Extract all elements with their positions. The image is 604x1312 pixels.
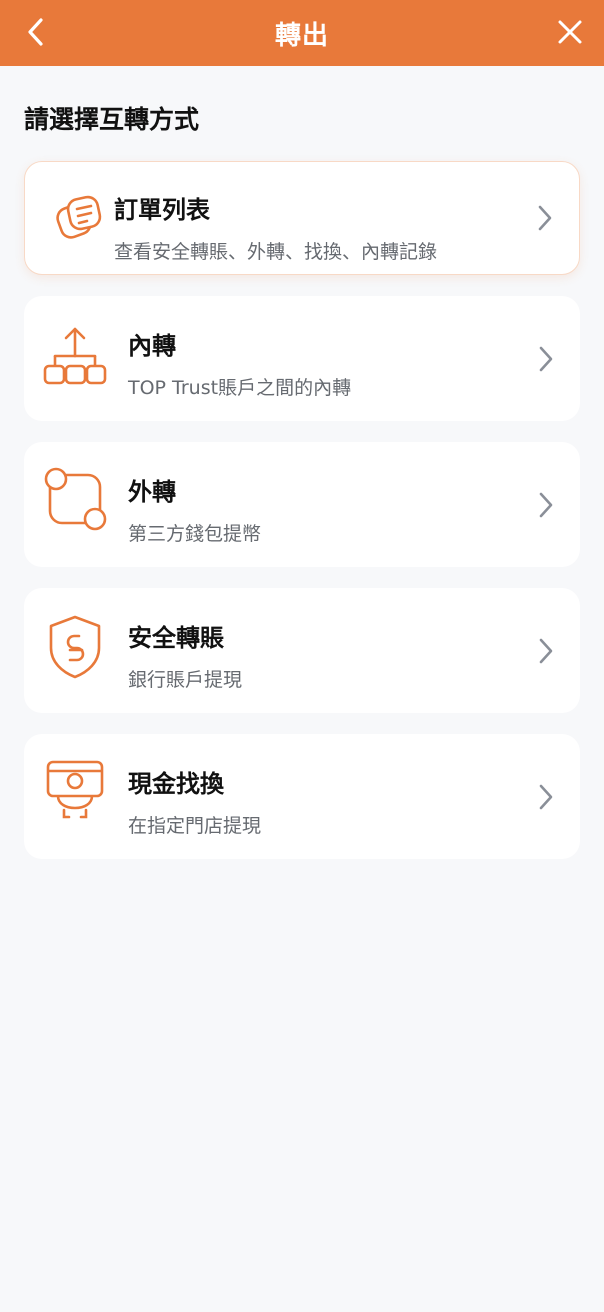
cash-exchange-icon bbox=[42, 758, 108, 824]
option-label: 內轉 bbox=[128, 332, 176, 360]
section-title: 請選擇互轉方式 bbox=[24, 105, 200, 134]
chevron-right-icon bbox=[539, 492, 553, 517]
option-desc: TOP Trust賬戶之間的內轉 bbox=[128, 377, 352, 399]
chevron-right-icon bbox=[539, 784, 553, 809]
option-desc: 查看安全轉賬、外轉、找換、內轉記錄 bbox=[114, 241, 438, 263]
back-button[interactable] bbox=[18, 14, 54, 50]
option-cash-exchange[interactable]: 現金找換 在指定門店提現 bbox=[24, 734, 580, 859]
option-label: 現金找換 bbox=[128, 770, 224, 798]
close-button[interactable] bbox=[552, 14, 588, 50]
option-label: 安全轉賬 bbox=[128, 624, 224, 652]
option-label: 外轉 bbox=[128, 478, 176, 506]
chevron-right-icon bbox=[538, 205, 552, 231]
top-bar: 轉出 bbox=[0, 0, 604, 66]
chevron-right-icon bbox=[539, 638, 553, 663]
chevron-right-icon bbox=[539, 346, 553, 371]
option-desc: 第三方錢包提幣 bbox=[128, 523, 262, 545]
internal-transfer-icon bbox=[42, 324, 108, 390]
option-order-list[interactable]: 訂單列表 查看安全轉賬、外轉、找換、內轉記錄 bbox=[24, 161, 580, 275]
chevron-left-icon bbox=[28, 18, 43, 46]
option-internal-transfer[interactable]: 內轉 TOP Trust賬戶之間的內轉 bbox=[24, 296, 580, 421]
option-desc: 銀行賬戶提現 bbox=[128, 669, 243, 691]
order-list-icon bbox=[45, 186, 111, 252]
page-title: 轉出 bbox=[274, 20, 329, 51]
option-external-transfer[interactable]: 外轉 第三方錢包提幣 bbox=[24, 442, 580, 567]
option-label: 訂單列表 bbox=[114, 196, 210, 224]
external-transfer-icon bbox=[42, 466, 108, 532]
option-desc: 在指定門店提現 bbox=[128, 815, 262, 837]
close-icon bbox=[558, 20, 582, 44]
shield-currency-icon bbox=[42, 614, 108, 680]
option-secure-transfer[interactable]: 安全轉賬 銀行賬戶提現 bbox=[24, 588, 580, 713]
